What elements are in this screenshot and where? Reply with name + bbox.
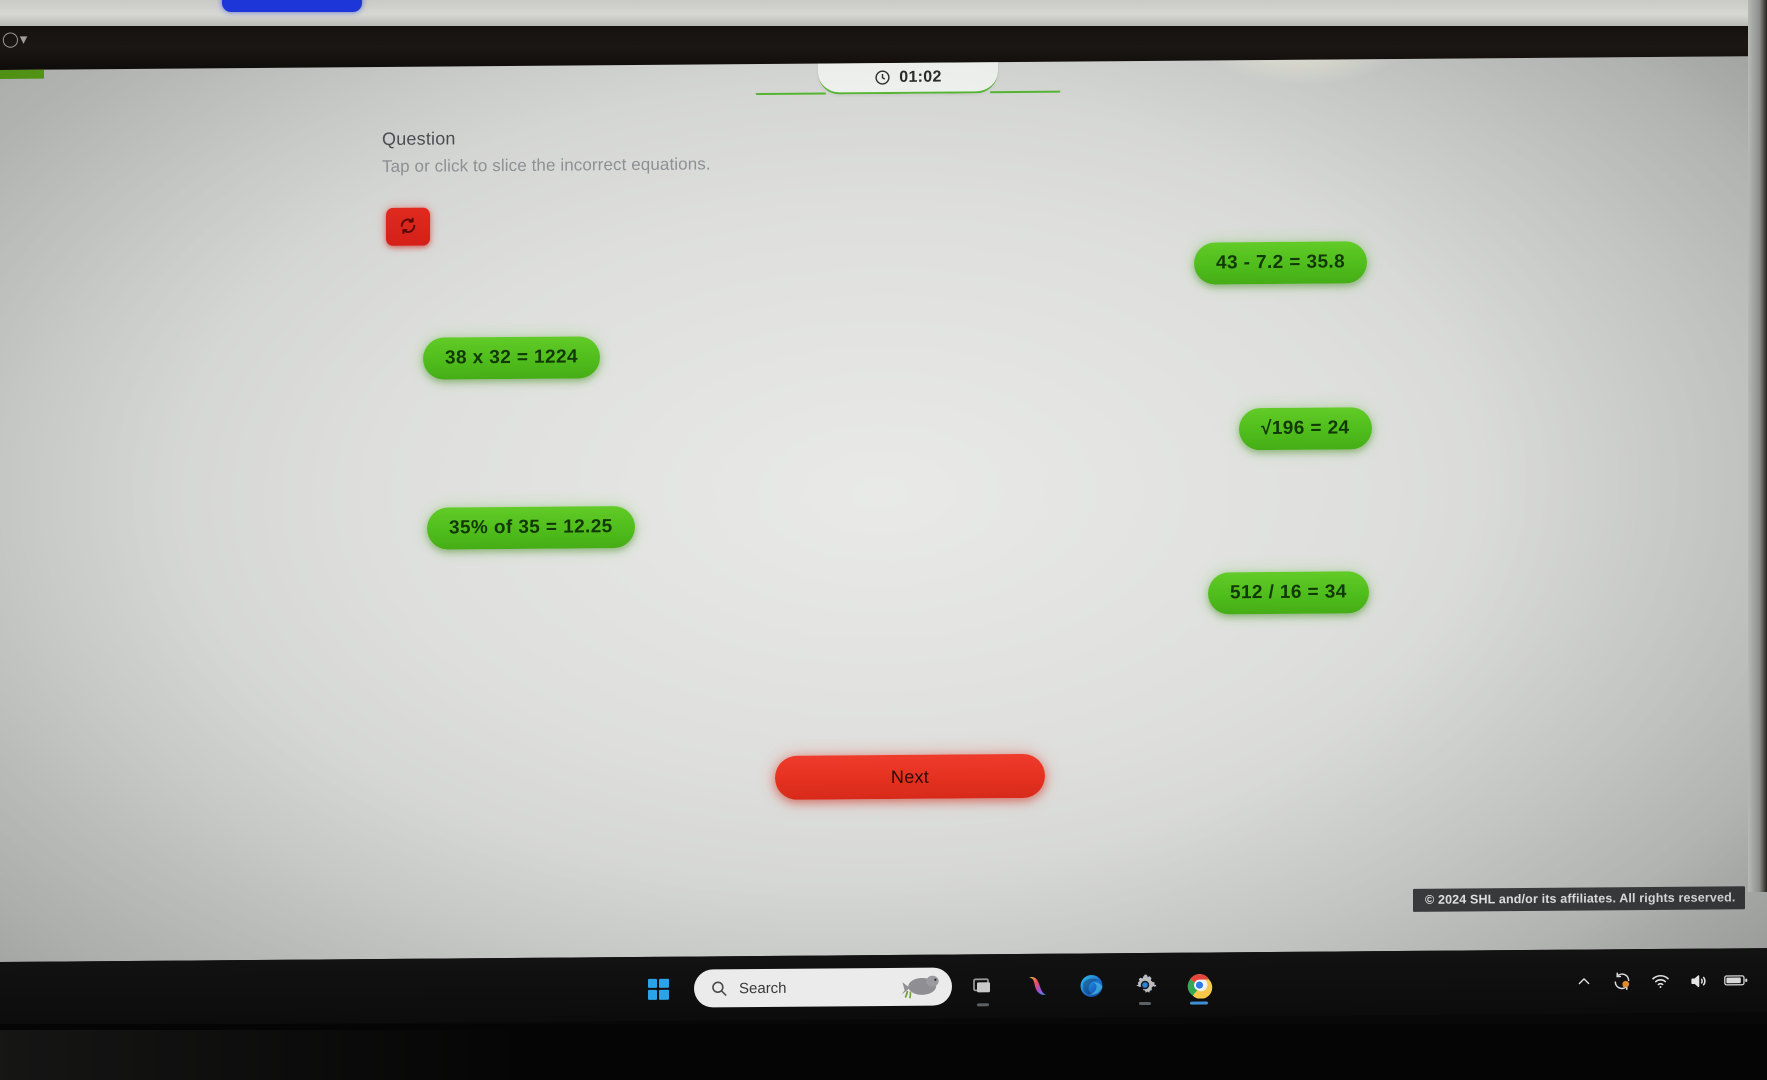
windows-logo-icon — [647, 978, 669, 1000]
search-icon — [710, 979, 728, 997]
windows-taskbar: Search — [0, 948, 1767, 1026]
equation-pill[interactable]: 43 - 7.2 = 35.8 — [1194, 241, 1368, 285]
assessment-page: 01:02 Question Tap or click to slice the… — [0, 56, 1767, 963]
next-button[interactable]: Next — [775, 753, 1045, 800]
edge-icon[interactable] — [1068, 962, 1114, 1008]
timer-tab-wing-left — [743, 63, 827, 96]
task-view-icon[interactable] — [960, 963, 1006, 1009]
equation-pill[interactable]: 512 / 16 = 34 — [1208, 571, 1369, 615]
browser-tab-overflow-chevron[interactable]: ◯▾ — [2, 30, 36, 50]
wifi-icon[interactable] — [1643, 964, 1677, 998]
settings-open-dot — [1139, 1001, 1151, 1006]
taskbar-center-group: Search — [636, 952, 1222, 1021]
clock-icon — [874, 69, 891, 86]
start-button[interactable] — [636, 967, 680, 1011]
desk-sheen — [0, 1030, 520, 1080]
timer-tab-wing-right — [989, 61, 1073, 94]
settings-icon[interactable] — [1122, 962, 1168, 1008]
browser-tab-blue-indicator — [222, 0, 362, 12]
monitor-right-edge — [1748, 0, 1767, 892]
equation-pill[interactable]: 35% of 35 = 12.25 — [427, 506, 635, 550]
question-instruction: Tap or click to slice the incorrect equa… — [382, 154, 711, 176]
task-view-open-dot — [977, 1003, 989, 1007]
question-label: Question — [382, 128, 456, 149]
copyright-footer: © 2024 SHL and/or its affiliates. All ri… — [1413, 886, 1746, 912]
copilot-icon[interactable] — [1014, 963, 1060, 1009]
battery-icon[interactable] — [1719, 963, 1753, 997]
screen-glare — [1190, 56, 1420, 86]
onedrive-sync-icon[interactable] — [1605, 964, 1639, 998]
screen-vignette — [0, 56, 1767, 963]
timer-value: 01:02 — [899, 68, 942, 86]
search-placeholder: Search — [739, 979, 787, 997]
monitor-photo: ◯▾ 01:02 Question Tap or click to slice … — [0, 0, 1767, 1080]
manatee-image — [898, 972, 942, 1002]
timer-tab: 01:02 — [743, 61, 1073, 96]
equation-pill[interactable]: √196 = 24 — [1239, 407, 1372, 451]
equation-pill[interactable]: 38 x 32 = 1224 — [423, 336, 600, 380]
search-input[interactable]: Search — [694, 967, 952, 1008]
progress-indicator — [0, 69, 44, 79]
system-tray — [1567, 948, 1759, 1014]
chrome-icon[interactable] — [1176, 961, 1222, 1007]
chrome-active-indicator — [1190, 1001, 1208, 1005]
volume-icon[interactable] — [1681, 964, 1715, 998]
refresh-icon — [398, 215, 418, 238]
reset-button[interactable] — [386, 207, 430, 246]
show-hidden-icons-icon[interactable] — [1567, 964, 1601, 998]
